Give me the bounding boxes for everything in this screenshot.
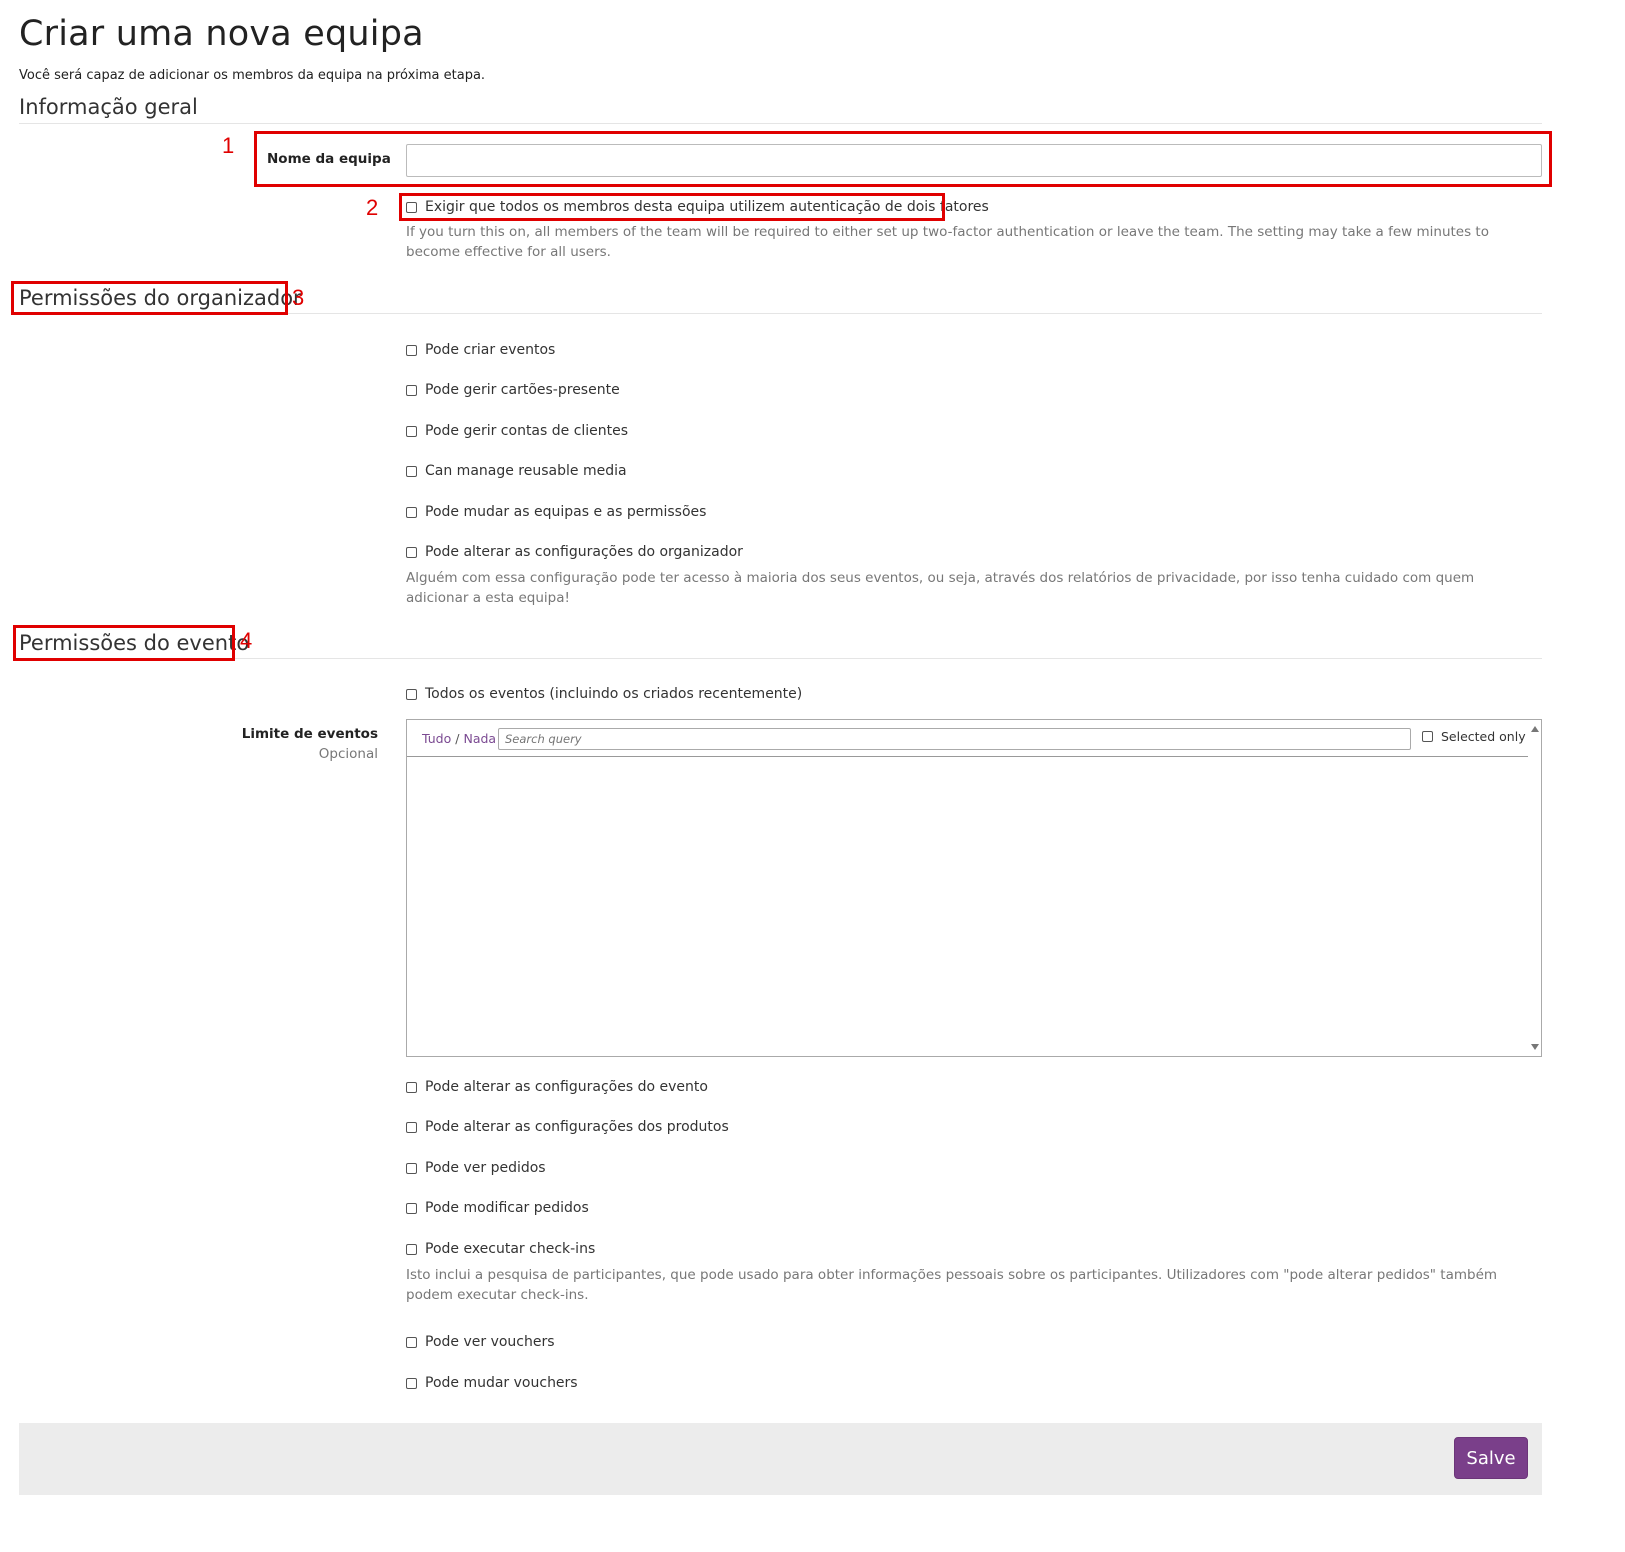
checkbox[interactable] — [406, 1336, 417, 1348]
divider — [19, 313, 1542, 314]
perm-can-view-orders[interactable]: Pode ver pedidos — [406, 1160, 546, 1176]
perm-label: Pode ver vouchers — [425, 1334, 555, 1350]
picker-toggle-links: Tudo / Nada — [422, 731, 496, 746]
perm-can-create-events[interactable]: Pode criar eventos — [406, 342, 555, 358]
scroll-up-icon[interactable] — [1531, 726, 1539, 732]
event-picker[interactable]: Tudo / Nada Selected only — [406, 719, 1542, 1057]
page-title: Criar uma nova equipa — [19, 14, 424, 54]
limit-events-label: Limite de eventos — [241, 726, 378, 742]
perm-can-checkin[interactable]: Pode executar check-ins — [406, 1241, 595, 1257]
annotation-number: 1 — [222, 133, 235, 158]
checkbox[interactable] — [406, 506, 417, 518]
perm-label: Pode gerir contas de clientes — [425, 423, 629, 439]
checkbox[interactable] — [406, 344, 417, 356]
checkin-help: Isto inclui a pesquisa de participantes,… — [406, 1267, 1498, 1303]
picker-divider — [407, 756, 1528, 757]
perm-label: Pode gerir cartões-presente — [425, 382, 620, 398]
team-name-input[interactable] — [406, 144, 1542, 177]
section-heading-event: Permissões do evento — [19, 631, 250, 655]
page-subtitle: Você será capaz de adicionar os membros … — [19, 68, 486, 83]
select-all-link[interactable]: Tudo — [422, 731, 451, 746]
checkbox[interactable] — [406, 384, 417, 396]
checkbox[interactable] — [406, 1121, 417, 1133]
section-heading-organizer: Permissões do organizador — [19, 286, 302, 310]
perm-can-manage-gift-cards[interactable]: Pode gerir cartões-presente — [406, 382, 620, 398]
perm-can-change-vouchers[interactable]: Pode mudar vouchers — [406, 1375, 578, 1391]
annotation-number: 3 — [292, 285, 305, 310]
selected-only-checkbox[interactable] — [1422, 731, 1433, 742]
separator: / — [455, 731, 460, 746]
organizer-settings-help: Alguém com essa configuração pode ter ac… — [406, 570, 1475, 606]
perm-label: Pode ver pedidos — [425, 1160, 546, 1176]
scroll-down-icon[interactable] — [1531, 1044, 1539, 1050]
form-footer: Salve — [19, 1423, 1542, 1495]
selected-only-label: Selected only — [1441, 729, 1526, 744]
checkbox[interactable] — [406, 546, 417, 558]
section-heading-general: Informação geral — [19, 95, 198, 119]
perm-label: Pode executar check-ins — [425, 1241, 596, 1257]
perm-label: Can manage reusable media — [425, 463, 627, 479]
perm-label: Pode mudar as equipas e as permissões — [425, 504, 707, 520]
perm-can-manage-reusable-media[interactable]: Can manage reusable media — [406, 463, 627, 479]
require-2fa-checkbox[interactable] — [406, 201, 417, 213]
require-2fa-option[interactable]: Exigir que todos os membros desta equipa… — [406, 199, 989, 215]
require-2fa-label: Exigir que todos os membros desta equipa… — [425, 199, 989, 215]
perm-label: Pode mudar vouchers — [425, 1375, 578, 1391]
perm-can-change-product-settings[interactable]: Pode alterar as configurações dos produt… — [406, 1119, 729, 1135]
perm-all-events[interactable]: Todos os eventos (incluindo os criados r… — [406, 686, 802, 702]
perm-label: Pode alterar as configurações dos produt… — [425, 1119, 729, 1135]
checkbox[interactable] — [406, 1377, 417, 1389]
annotation-number: 2 — [366, 195, 379, 220]
checkbox[interactable] — [406, 1081, 417, 1093]
divider — [19, 658, 1542, 659]
limit-events-optional: Opcional — [318, 746, 378, 762]
select-none-link[interactable]: Nada — [463, 731, 496, 746]
checkbox[interactable] — [406, 1243, 417, 1255]
perm-can-manage-customers[interactable]: Pode gerir contas de clientes — [406, 423, 628, 439]
selected-only-option[interactable]: Selected only — [1422, 729, 1526, 744]
divider — [19, 123, 1542, 124]
perm-can-change-orders[interactable]: Pode modificar pedidos — [406, 1200, 589, 1216]
perm-label: Pode modificar pedidos — [425, 1200, 589, 1216]
perm-can-change-event-settings[interactable]: Pode alterar as configurações do evento — [406, 1079, 708, 1095]
perm-can-change-teams[interactable]: Pode mudar as equipas e as permissões — [406, 504, 706, 520]
checkbox[interactable] — [406, 1162, 417, 1174]
annotation-number: 4 — [240, 628, 253, 653]
perm-label: Pode criar eventos — [425, 342, 556, 358]
checkbox[interactable] — [406, 1202, 417, 1214]
perm-label: Pode alterar as configurações do evento — [425, 1079, 708, 1095]
picker-search-input[interactable] — [498, 728, 1411, 750]
perm-label: Pode alterar as configurações do organiz… — [425, 544, 743, 560]
checkbox[interactable] — [406, 425, 417, 437]
perm-can-view-vouchers[interactable]: Pode ver vouchers — [406, 1334, 555, 1350]
team-name-label: Nome da equipa — [267, 151, 391, 167]
checkbox[interactable] — [406, 688, 417, 700]
checkbox[interactable] — [406, 465, 417, 477]
picker-scrollbar[interactable] — [1528, 720, 1542, 1056]
require-2fa-help: If you turn this on, all members of the … — [406, 224, 1489, 260]
save-button[interactable]: Salve — [1454, 1437, 1528, 1479]
perm-label: Todos os eventos (incluindo os criados r… — [425, 686, 803, 702]
perm-can-change-organizer-settings[interactable]: Pode alterar as configurações do organiz… — [406, 544, 743, 560]
